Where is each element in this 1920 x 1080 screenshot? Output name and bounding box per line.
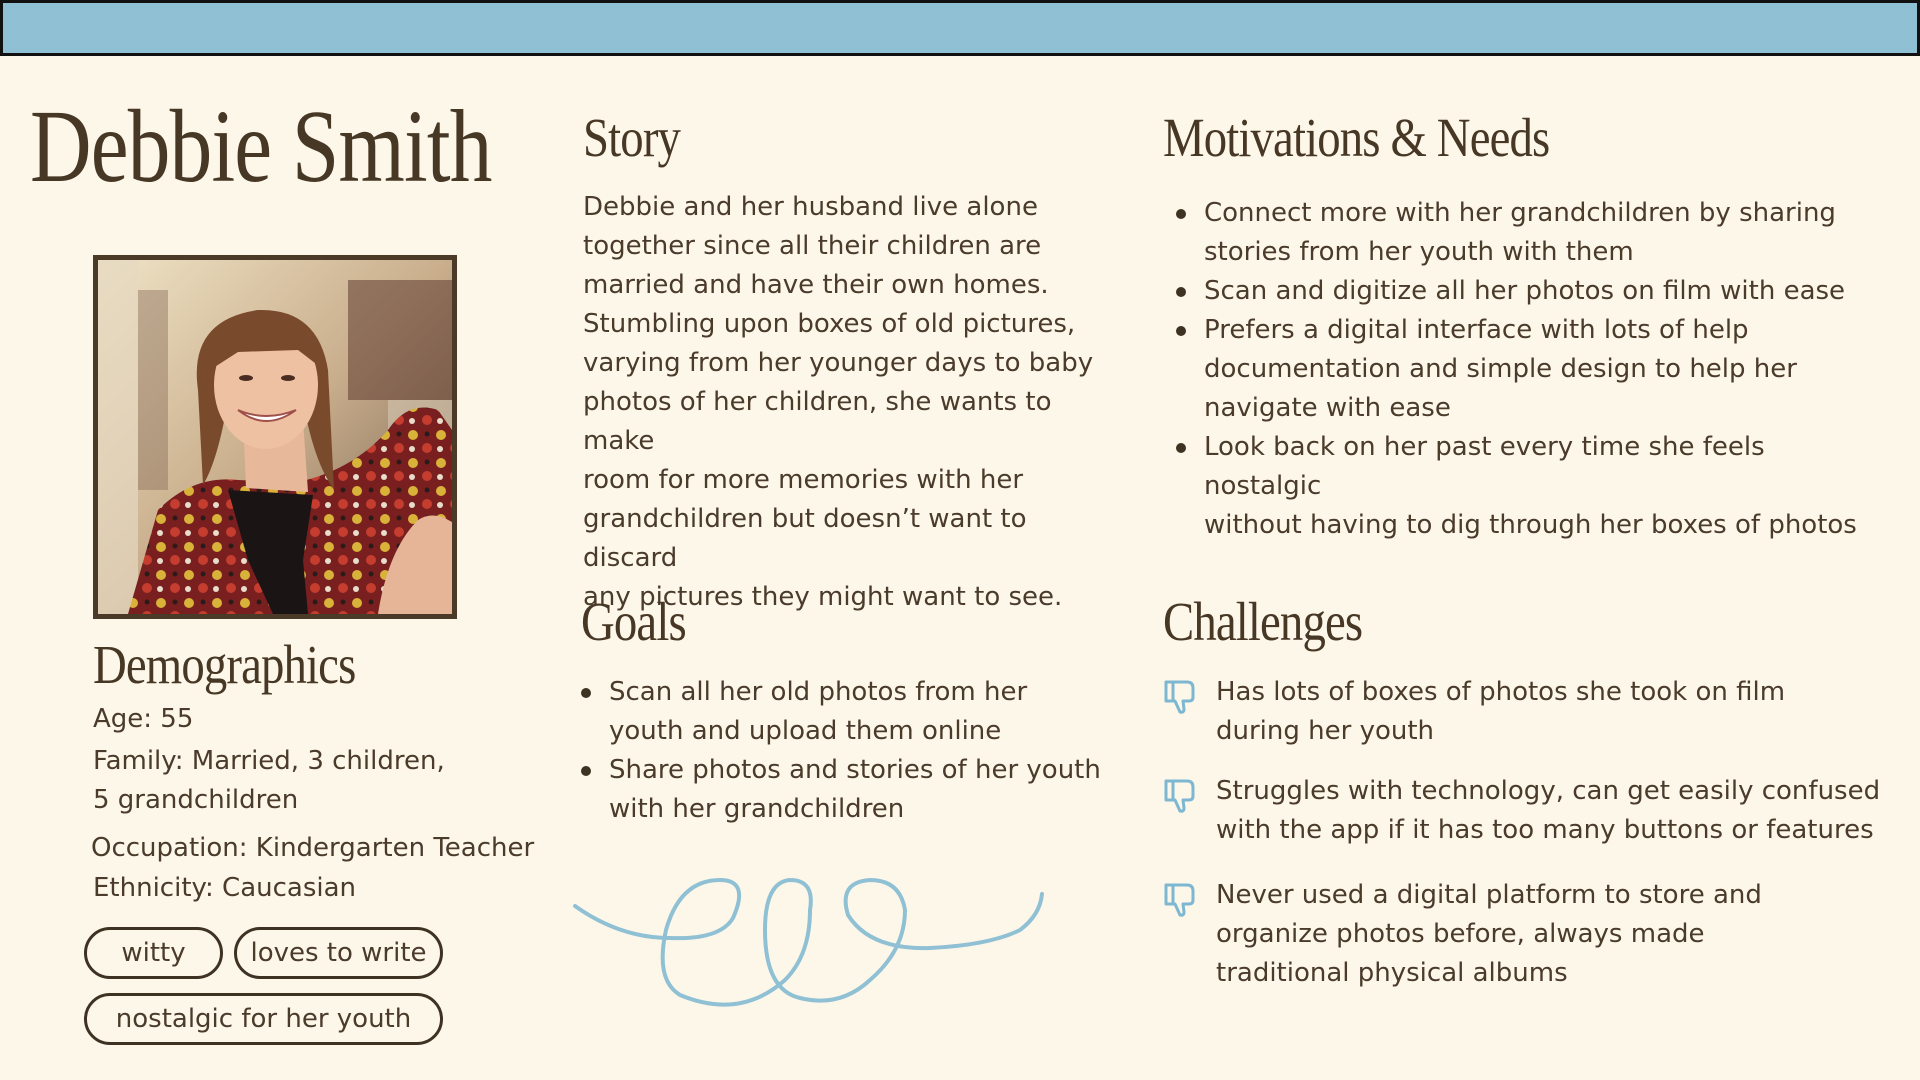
tag-nostalgic: nostalgic for her youth	[84, 993, 443, 1045]
story-line: Stumbling upon boxes of old pictures,	[583, 309, 1076, 339]
thumbs-down-icon	[1164, 680, 1195, 714]
challenges-title: Challenges	[1163, 591, 1363, 652]
story-line: Debbie and her husband live alone	[583, 192, 1038, 222]
persona-name: Debbie Smith	[30, 89, 492, 204]
goals-list: Scan all her old photos from her youth a…	[581, 673, 1141, 829]
motivation-item-line: Connect more with her grandchildren by s…	[1204, 198, 1836, 228]
goal-item-line: youth and upload them online	[609, 716, 1002, 746]
motivation-item: Prefers a digital interface with lots of…	[1176, 311, 1876, 428]
thumbs-down-icon	[1164, 779, 1195, 813]
motivation-item-line: without having to dig through her boxes …	[1204, 510, 1857, 540]
story-text: Debbie and her husband live alone togeth…	[583, 188, 1123, 617]
story-line: together since all their children are	[583, 231, 1042, 261]
demographics-ethnicity: Ethnicity: Caucasian	[93, 873, 357, 903]
demographics-family-line-2: 5 grandchildren	[93, 785, 299, 815]
story-line: photos of her children, she wants to mak…	[583, 387, 1052, 456]
demographics-family-line-1: Family: Married, 3 children,	[93, 746, 445, 776]
story-line: married and have their own homes.	[583, 270, 1049, 300]
motivation-item-line: Scan and digitize all her photos on film…	[1204, 276, 1846, 306]
tag-witty: witty	[84, 927, 223, 979]
story-line: varying from her younger days to baby	[583, 348, 1094, 378]
story-line: room for more memories with her	[583, 465, 1024, 495]
goal-item-line: Share photos and stories of her youth	[609, 755, 1101, 785]
motivations-list: Connect more with her grandchildren by s…	[1176, 194, 1876, 545]
story-title: Story	[583, 107, 681, 168]
motivation-item-line: documentation and simple design to help …	[1204, 354, 1797, 384]
challenge-item: Has lots of boxes of photos she took on …	[1163, 673, 1883, 751]
portrait-photo	[98, 260, 452, 614]
challenge-item-line: during her youth	[1216, 716, 1435, 746]
tag-loves-to-write: loves to write	[234, 927, 443, 979]
goal-item-line: with her grandchildren	[609, 794, 905, 824]
top-banner	[0, 0, 1920, 56]
thumbs-down-icon	[1164, 883, 1195, 917]
challenge-item-line: Has lots of boxes of photos she took on …	[1216, 677, 1786, 707]
challenge-item-line: Never used a digital platform to store a…	[1216, 880, 1762, 910]
motivations-title: Motivations & Needs	[1163, 107, 1550, 168]
motivation-item: Connect more with her grandchildren by s…	[1176, 194, 1876, 272]
goal-item-line: Scan all her old photos from her	[609, 677, 1028, 707]
motivation-item-line: Prefers a digital interface with lots of…	[1204, 315, 1749, 345]
story-line: grandchildren but doesn’t want to discar…	[583, 504, 1027, 573]
decorative-squiggle	[573, 877, 1044, 1007]
motivation-item-line: Look back on her past every time she fee…	[1204, 432, 1765, 501]
goals-title: Goals	[581, 591, 687, 652]
demographics-title: Demographics	[93, 634, 356, 695]
goal-item: Scan all her old photos from her youth a…	[581, 673, 1141, 751]
challenge-item-line: traditional physical albums	[1216, 958, 1568, 988]
challenge-item-line: with the app if it has too many buttons …	[1216, 815, 1874, 845]
challenge-item: Struggles with technology, can get easil…	[1163, 772, 1883, 850]
challenge-item-line: organize photos before, always made	[1216, 919, 1705, 949]
motivation-item: Scan and digitize all her photos on film…	[1176, 272, 1876, 311]
motivation-item-line: stories from her youth with them	[1204, 237, 1634, 267]
motivation-item-line: navigate with ease	[1204, 393, 1451, 423]
challenge-item: Never used a digital platform to store a…	[1163, 876, 1883, 993]
demographics-age: Age: 55	[93, 704, 194, 734]
demographics-occupation: Occupation: Kindergarten Teacher	[91, 833, 535, 863]
challenge-item-line: Struggles with technology, can get easil…	[1216, 776, 1881, 806]
goal-item: Share photos and stories of her youth wi…	[581, 751, 1141, 829]
persona-photo	[93, 255, 457, 619]
motivation-item: Look back on her past every time she fee…	[1176, 428, 1876, 545]
